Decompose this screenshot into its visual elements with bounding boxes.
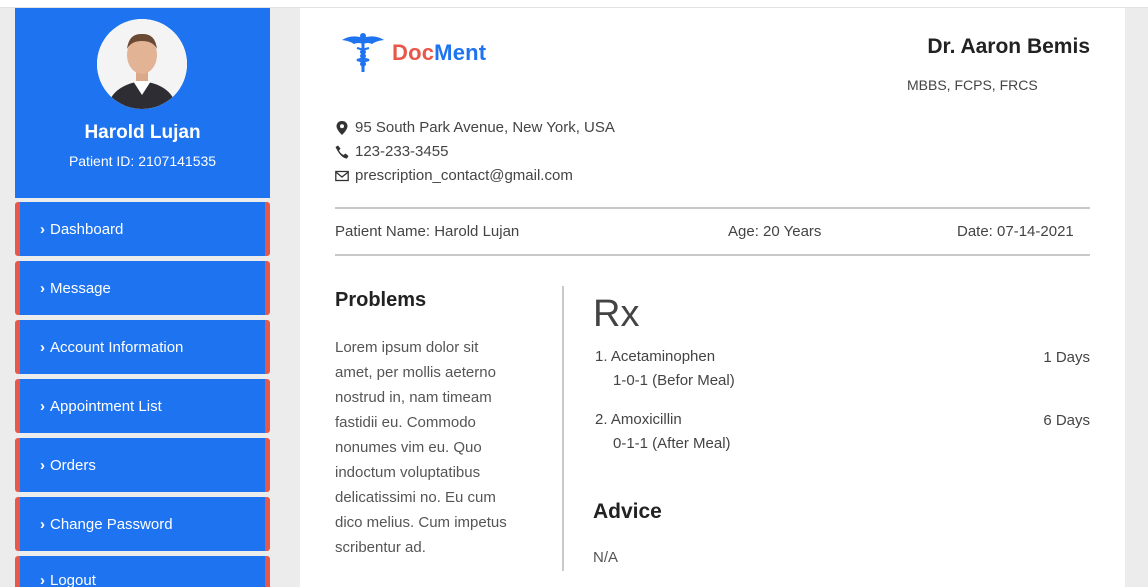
medicine-dosage: 1-0-1 (Befor Meal) [613, 372, 735, 389]
phone-text: 123-233-3455 [355, 143, 449, 160]
problems-text: Lorem ipsum dolor sit amet, per mollis a… [335, 339, 507, 556]
sidebar-item-label: Orders [50, 456, 96, 474]
sidebar-item-label: Dashboard [50, 220, 124, 238]
prescription-date-field: Date: 07-14-2021 [957, 223, 1074, 240]
sidebar-item-dashboard[interactable]: › Dashboard [15, 202, 270, 256]
sidebar-item-label: Account Information [50, 338, 184, 356]
logo-text-doc: Doc [392, 40, 435, 65]
patient-age-field: Age: 20 Years [728, 223, 822, 240]
sidebar-item-message[interactable]: › Message [15, 261, 270, 315]
chevron-right-icon: › [40, 279, 45, 297]
logo-text-ment: Ment [434, 40, 487, 65]
medicine-dosage: 0-1-1 (After Meal) [613, 435, 731, 452]
sidebar-item-account-information[interactable]: › Account Information [15, 320, 270, 374]
docment-logo: DocMent [340, 32, 486, 74]
medicine-item: 2. Amoxicillin 0-1-1 (After Meal) [595, 408, 731, 456]
chevron-right-icon: › [40, 397, 45, 415]
patient-name: Harold Lujan [84, 122, 201, 143]
sidebar-item-label: Message [50, 279, 111, 297]
phone-icon [335, 145, 349, 158]
patient-id: Patient ID: 2107141535 [68, 153, 217, 169]
doctor-degrees: MBBS, FCPS, FRCS [907, 77, 1038, 93]
email-row: prescription_contact@gmail.com [335, 167, 573, 184]
chevron-right-icon: › [40, 515, 45, 533]
medicine-duration: 1 Days [1043, 349, 1090, 366]
patient-name-field: Patient Name: Harold Lujan [335, 223, 520, 240]
medicine-name: 2. Amoxicillin [595, 411, 682, 428]
phone-row: 123-233-3455 [335, 143, 448, 160]
sidebar-item-appointment-list[interactable]: › Appointment List [15, 379, 270, 433]
divider [335, 254, 1090, 256]
envelope-icon [335, 170, 349, 181]
chevron-right-icon: › [40, 338, 45, 356]
sidebar-item-logout[interactable]: › Logout [15, 556, 270, 587]
sidebar-item-label: Logout [50, 572, 96, 587]
sidebar-item-label: Change Password [50, 515, 173, 533]
sidebar-item-orders[interactable]: › Orders [15, 438, 270, 492]
map-marker-icon [336, 120, 348, 135]
column-divider [562, 286, 564, 571]
advice-text: N/A [593, 549, 619, 566]
chevron-right-icon: › [40, 456, 45, 474]
patient-profile-card: Harold Lujan Patient ID: 2107141535 [15, 8, 270, 198]
problems-heading: Problems [335, 289, 427, 311]
chevron-right-icon: › [40, 220, 45, 238]
sidebar-item-label: Appointment List [50, 397, 162, 415]
sidebar-item-change-password[interactable]: › Change Password [15, 497, 270, 551]
medicine-duration: 6 Days [1043, 412, 1090, 429]
address-text: 95 South Park Avenue, New York, USA [355, 119, 615, 136]
address-row: 95 South Park Avenue, New York, USA [335, 119, 615, 136]
medicine-name: 1. Acetaminophen [595, 348, 716, 365]
prescription-card: DocMent Dr. Aaron Bemis MBBS, FCPS, FRCS… [300, 8, 1125, 587]
medicine-item: 1. Acetaminophen 1-0-1 (Befor Meal) [595, 345, 735, 393]
doctor-name: Dr. Aaron Bemis [927, 35, 1090, 58]
email-text: prescription_contact@gmail.com [355, 167, 573, 184]
chevron-right-icon: › [40, 572, 45, 587]
top-bar [0, 0, 1148, 8]
divider [335, 207, 1090, 209]
avatar [97, 19, 187, 109]
rx-symbol: Rx [593, 293, 640, 335]
sidebar: Harold Lujan Patient ID: 2107141535 › Da… [15, 8, 270, 587]
advice-heading: Advice [593, 500, 662, 523]
caduceus-icon [342, 33, 384, 72]
